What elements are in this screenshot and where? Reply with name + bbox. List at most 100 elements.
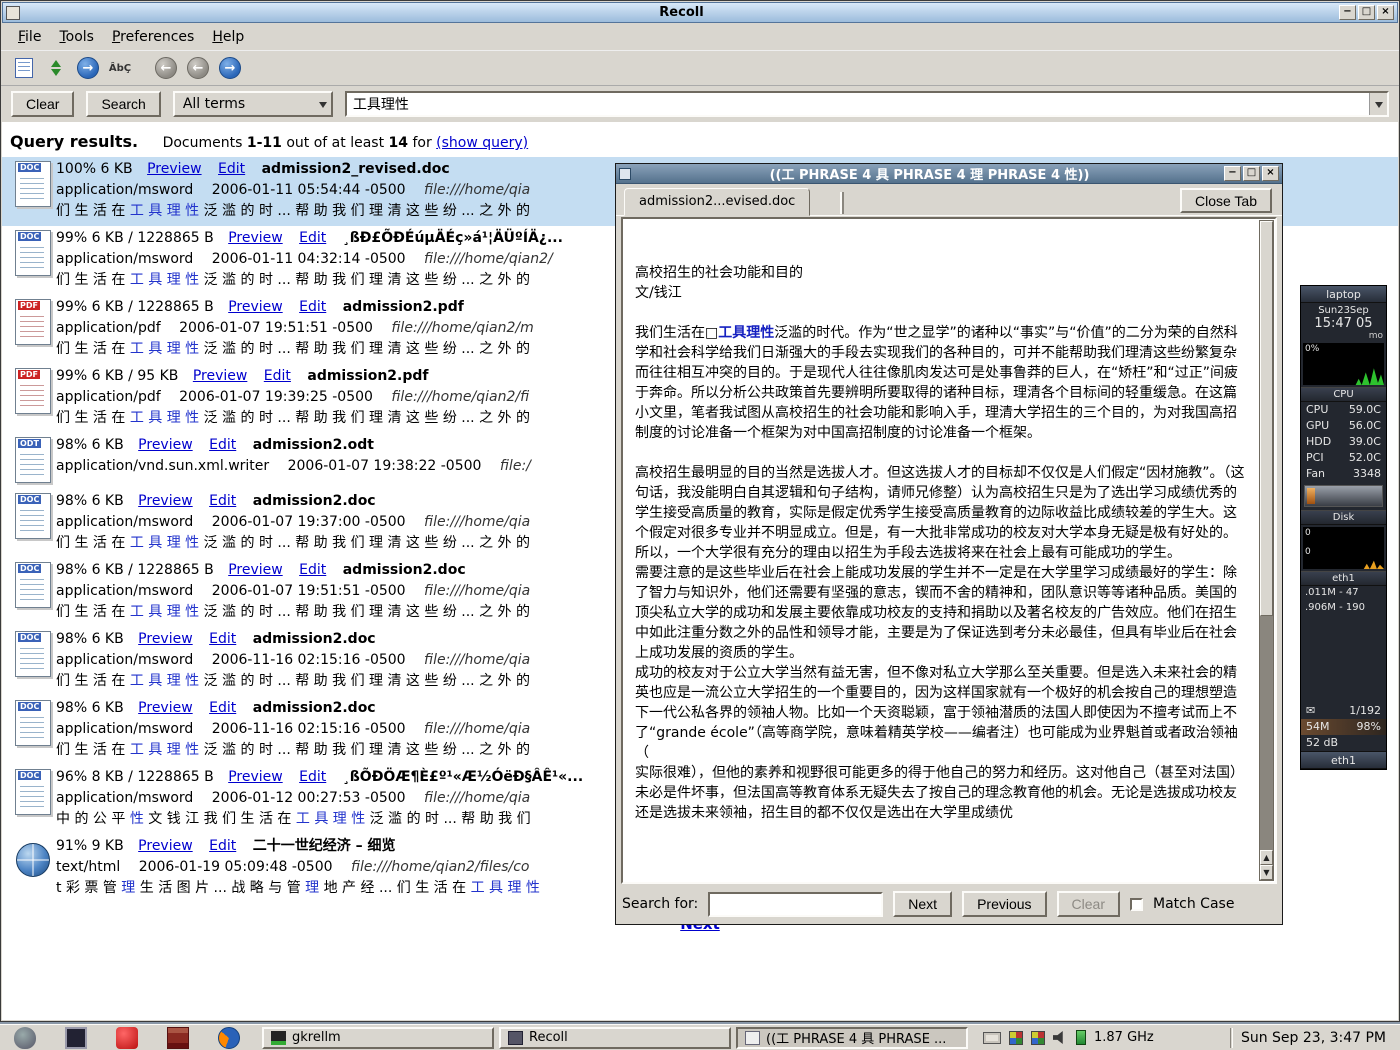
file-badge: DOC xyxy=(18,163,41,172)
preview-link[interactable]: Preview xyxy=(228,299,283,315)
search-button[interactable]: Search xyxy=(86,91,160,117)
scroll-up-icon[interactable]: ▲ xyxy=(1260,850,1273,865)
preview-search-input[interactable] xyxy=(708,892,883,917)
close-tab-button[interactable]: Close Tab xyxy=(1180,188,1272,213)
tab-grip[interactable] xyxy=(840,192,844,214)
task-button-recoll[interactable]: Recoll xyxy=(499,1027,731,1049)
launcher-icons xyxy=(0,1027,262,1049)
preview-scrollbar[interactable]: ▲ ▼ xyxy=(1259,220,1274,881)
disk-section-label[interactable]: Disk xyxy=(1301,510,1386,525)
result-date: 2006-01-19 05:09:48 -0500 xyxy=(139,859,333,875)
task-button-gkrellm[interactable]: gkrellm xyxy=(262,1027,494,1049)
firefox-icon[interactable] xyxy=(218,1027,240,1049)
scroll-down-icon[interactable]: ▼ xyxy=(1260,865,1273,880)
term-explorer-button[interactable]: ÂbÇ xyxy=(107,55,133,81)
menu-tools[interactable]: Tools xyxy=(50,26,103,48)
keyboard-icon[interactable] xyxy=(983,1032,1001,1044)
preview-titlebar[interactable]: ((工 PHRASE 4 具 PHRASE 4 理 PHRASE 4 性)) −… xyxy=(616,164,1282,184)
sort-button[interactable] xyxy=(43,55,69,81)
search-input[interactable] xyxy=(347,93,1369,115)
cpu-freq-icon[interactable] xyxy=(1076,1030,1086,1045)
snippet-text: t 彩 票 管 xyxy=(56,880,121,896)
edit-link[interactable]: Edit xyxy=(299,299,326,315)
menu-preferences[interactable]: Preferences xyxy=(103,26,203,48)
edit-link[interactable]: Edit xyxy=(209,493,236,509)
snippet-text: 们 生 活 在 xyxy=(56,742,130,758)
result-relevance: 99% 6 KB / 95 KB xyxy=(56,368,178,384)
result-url: file:///home/qian2/fi xyxy=(391,389,529,405)
edit-link[interactable]: Edit xyxy=(299,562,326,578)
menu-help[interactable]: Help xyxy=(203,26,253,48)
preview-link[interactable]: Preview xyxy=(138,437,193,453)
file-type-icon: DOC xyxy=(12,491,56,541)
edit-link[interactable]: Edit xyxy=(209,437,236,453)
drawer-icon[interactable] xyxy=(167,1027,189,1049)
edit-link[interactable]: Edit xyxy=(299,230,326,246)
preview-link[interactable]: Preview xyxy=(147,161,202,177)
scrollbar-thumb[interactable] xyxy=(1260,221,1273,616)
edit-link[interactable]: Edit xyxy=(264,368,291,384)
close-icon[interactable]: × xyxy=(1377,5,1394,20)
find-next-button[interactable]: Next xyxy=(893,891,952,917)
match-case-checkbox[interactable] xyxy=(1130,898,1143,911)
query-history-button[interactable] xyxy=(1369,93,1387,115)
workspace-pager-icon[interactable] xyxy=(1009,1031,1023,1045)
sensor-label: PCI xyxy=(1306,451,1324,465)
mail-row[interactable]: ✉ 1/192 xyxy=(1301,703,1386,719)
recoll-titlebar[interactable]: Recoll − □ × xyxy=(2,2,1398,23)
minimize-icon[interactable]: − xyxy=(1339,5,1356,20)
search-for-label: Search for: xyxy=(622,896,698,912)
search-mode-select[interactable]: All terms xyxy=(173,91,333,117)
preview-link[interactable]: Preview xyxy=(228,562,283,578)
red-app-icon[interactable] xyxy=(116,1027,138,1049)
cpu-section-label[interactable]: CPU xyxy=(1301,387,1386,402)
edit-link[interactable]: Edit xyxy=(299,769,326,785)
show-query-link[interactable]: (show query) xyxy=(436,135,528,151)
task-button-window[interactable]: ((工 PHRASE 4 具 PHRASE ... xyxy=(736,1027,968,1049)
edit-link[interactable]: Edit xyxy=(209,631,236,647)
preview-link[interactable]: Preview xyxy=(193,368,248,384)
gkrellm-clock[interactable]: Sun23Sep 15:47 05 xyxy=(1301,303,1386,331)
taskbar-clock[interactable]: Sun Sep 23, 3:47 PM xyxy=(1222,1028,1400,1048)
update-index-button[interactable]: → xyxy=(75,55,101,81)
preview-link[interactable]: Preview xyxy=(228,769,283,785)
preview-link[interactable]: Preview xyxy=(138,493,193,509)
highlighted-term: 理 xyxy=(121,880,135,896)
file-badge: DOC xyxy=(18,232,41,241)
file-type-icon: DOC xyxy=(12,767,56,817)
history-forward-button[interactable]: → xyxy=(217,55,243,81)
speaker-icon[interactable] xyxy=(1053,1031,1068,1044)
edit-link[interactable]: Edit xyxy=(218,161,245,177)
edit-link[interactable]: Edit xyxy=(209,700,236,716)
gkrellm-panel[interactable]: laptop Sun23Sep 15:47 05 mo 0% CPU CPU 5… xyxy=(1300,285,1387,770)
maximize-icon[interactable]: □ xyxy=(1358,5,1375,20)
preview-paragraph: 高校招生最明显的目的当然是选拔人才。但这选拔人才的目标却不仅仅是人们假定“因材施… xyxy=(635,463,1245,563)
show-results-button[interactable] xyxy=(11,55,37,81)
volume-row[interactable]: 52 dB xyxy=(1301,735,1386,751)
krell-slider[interactable] xyxy=(1304,485,1383,507)
history-back2-button[interactable]: ← xyxy=(185,55,211,81)
gnome-foot-icon[interactable] xyxy=(14,1027,36,1049)
preview-link[interactable]: Preview xyxy=(138,700,193,716)
preview-tab[interactable]: admission2...evised.doc xyxy=(624,188,810,216)
find-clear-button[interactable]: Clear xyxy=(1057,891,1120,917)
preview-link[interactable]: Preview xyxy=(138,838,193,854)
menu-file[interactable]: File xyxy=(9,26,50,48)
preview-text-area[interactable]: 高校招生的社会功能和目的文/钱江我们生活在□工具理性泛滥的时代。作为“世之显学”… xyxy=(621,217,1277,884)
gkrellm-hostname[interactable]: laptop xyxy=(1301,286,1386,303)
edit-link[interactable]: Edit xyxy=(209,838,236,854)
close-icon[interactable]: × xyxy=(1262,166,1279,181)
find-previous-button[interactable]: Previous xyxy=(962,891,1046,917)
preview-link[interactable]: Preview xyxy=(228,230,283,246)
preview-window-title: ((工 PHRASE 4 具 PHRASE 4 理 PHRASE 4 性)) xyxy=(635,164,1224,183)
maximize-icon[interactable]: □ xyxy=(1243,166,1260,181)
workspace-pager2-icon[interactable] xyxy=(1031,1031,1045,1045)
clear-button[interactable]: Clear xyxy=(11,91,74,117)
history-back-button[interactable]: ← xyxy=(153,55,179,81)
preview-link[interactable]: Preview xyxy=(138,631,193,647)
terminal-icon[interactable] xyxy=(65,1027,87,1049)
minimize-icon[interactable]: − xyxy=(1224,166,1241,181)
result-filename: ¸ßÐ£ÕÐÉúµÄÉç»á¹¦ÄÜºÍÄ¿... xyxy=(343,230,563,246)
cpu-chart: 0% xyxy=(1303,343,1384,385)
eth1-section-label[interactable]: eth1 xyxy=(1301,571,1386,586)
